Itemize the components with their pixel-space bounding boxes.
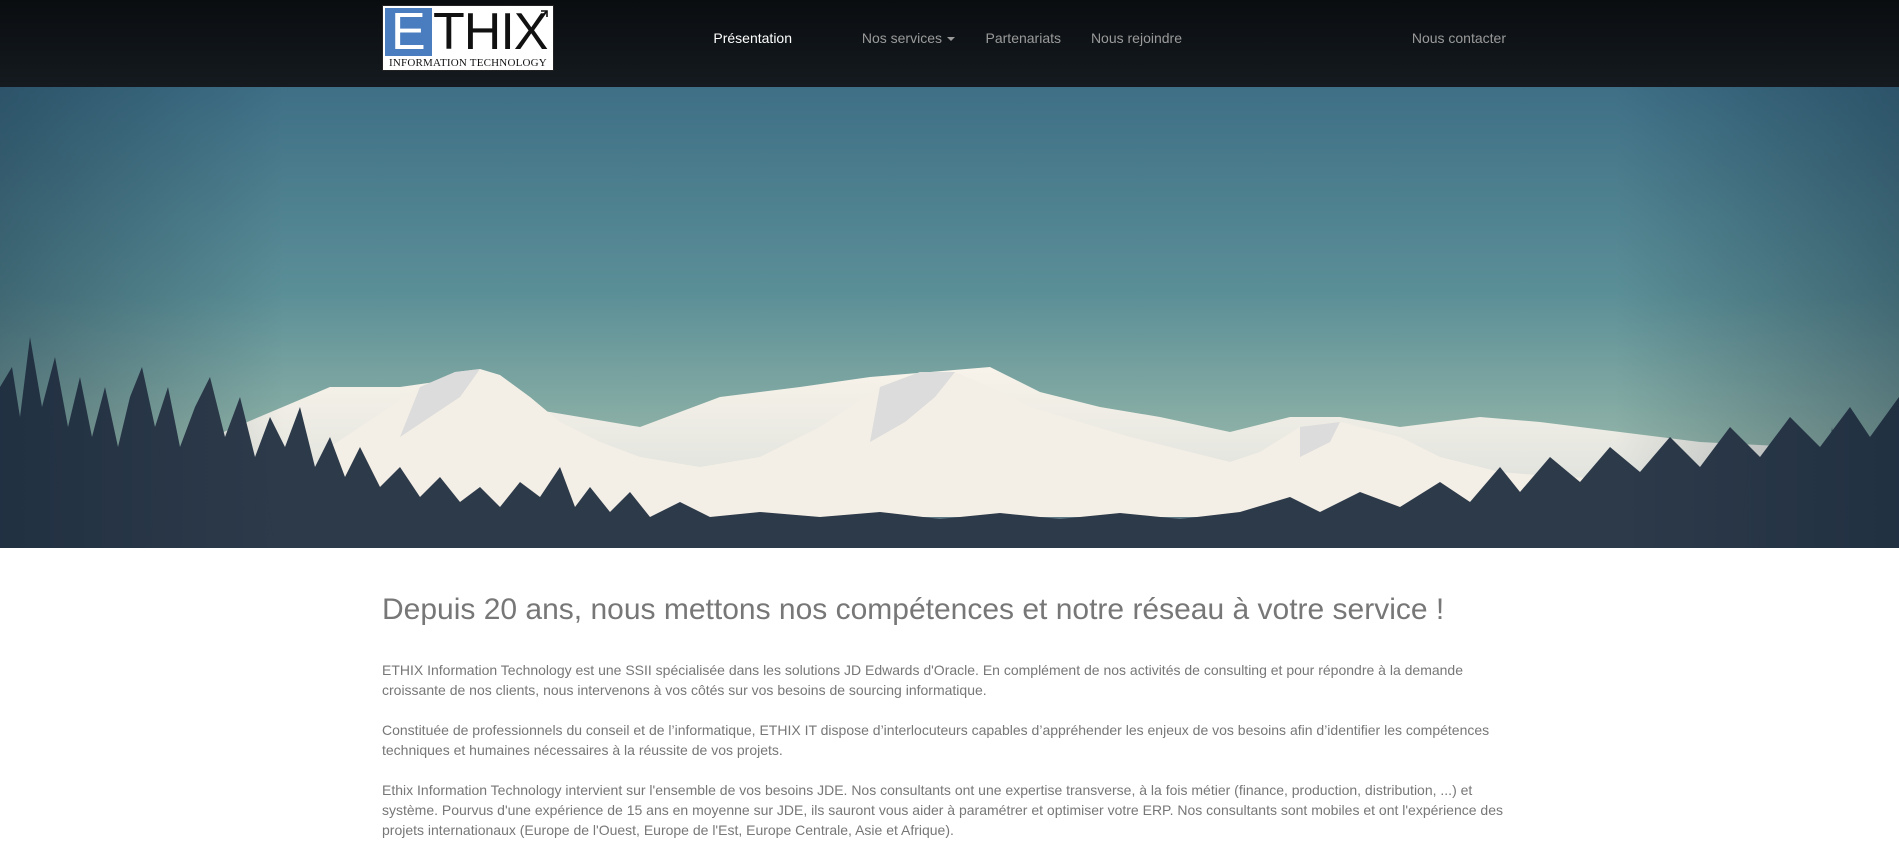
nav-item-nos-services[interactable]: Nos services (862, 28, 955, 48)
logo-arrow-icon (536, 10, 548, 22)
ethix-logo[interactable]: E THIX INFORMATION TECHNOLOGY (382, 3, 554, 71)
logo-tagline: INFORMATION TECHNOLOGY (389, 57, 547, 69)
jde-paragraph: Ethix Information Technology intervient … (382, 782, 1503, 838)
hero-banner (0, 87, 1899, 548)
page-headline: Depuis 20 ans, nous mettons nos compéten… (382, 593, 1445, 626)
intro-paragraph: ETHIX Information Technology est une SSI… (382, 662, 1464, 698)
caret-down-icon (947, 37, 955, 42)
nav-item-label: Nos services (861, 30, 942, 46)
logo-e-letter: E (391, 3, 426, 61)
nav-item-nous-contacter[interactable]: Nous contacter (1412, 28, 1506, 48)
nav-item-nous-rejoindre[interactable]: Nous rejoindre (1091, 28, 1182, 48)
navbar: E THIX INFORMATION TECHNOLOGY Présentati… (0, 0, 1899, 87)
hero-mountain-image (0, 87, 1899, 548)
nav-item-presentation[interactable]: Présentation (713, 28, 792, 48)
nav-item-partenariats[interactable]: Partenariats (986, 28, 1061, 48)
professionals-paragraph: Constituée de professionnels du conseil … (382, 722, 1490, 758)
logo-wordmark: THIX (433, 3, 548, 61)
main-content: Depuis 20 ans, nous mettons nos compéten… (382, 590, 1507, 838)
